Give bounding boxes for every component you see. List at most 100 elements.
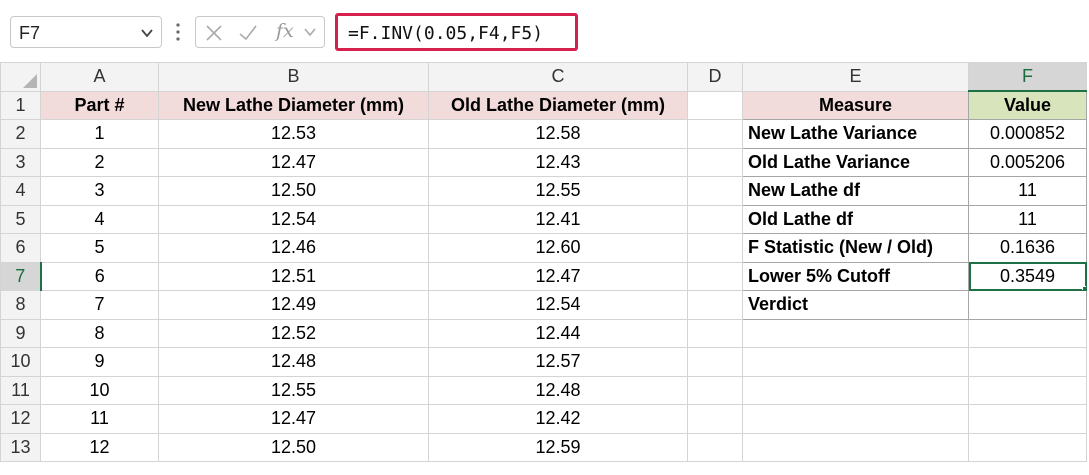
insert-function-icon[interactable]: fx bbox=[276, 20, 294, 42]
cell[interactable]: 10 bbox=[40, 375, 159, 405]
row-header[interactable]: 12 bbox=[0, 404, 41, 434]
cell[interactable]: 12.44 bbox=[428, 318, 688, 348]
empty-cell[interactable] bbox=[687, 375, 743, 405]
column-header-b[interactable]: B bbox=[158, 62, 429, 92]
empty-cell[interactable] bbox=[968, 432, 1087, 462]
measure-label[interactable]: F Statistic (New / Old) bbox=[742, 233, 969, 263]
active-cell[interactable]: 0.3549 bbox=[968, 261, 1087, 291]
row-header[interactable]: 7 bbox=[0, 261, 42, 291]
empty-cell[interactable] bbox=[687, 318, 743, 348]
empty-cell[interactable] bbox=[687, 233, 743, 263]
cell[interactable]: 12.58 bbox=[428, 119, 688, 149]
cell[interactable]: 6 bbox=[40, 261, 159, 291]
row-header[interactable]: 8 bbox=[0, 290, 41, 320]
cell[interactable]: 12.47 bbox=[158, 404, 429, 434]
cell[interactable]: 12.57 bbox=[428, 347, 688, 377]
cell[interactable]: 11 bbox=[40, 404, 159, 434]
measure-label[interactable]: New Lathe df bbox=[742, 176, 969, 206]
row-header[interactable]: 10 bbox=[0, 347, 41, 377]
measure-value[interactable]: 0.005206 bbox=[968, 147, 1087, 177]
header-cell-value[interactable]: Value bbox=[968, 90, 1087, 120]
measure-value[interactable]: 0.1636 bbox=[968, 233, 1087, 263]
empty-cell[interactable] bbox=[742, 375, 969, 405]
cell[interactable]: 5 bbox=[40, 233, 159, 263]
cell[interactable]: 12.59 bbox=[428, 432, 688, 462]
measure-value[interactable]: 0.000852 bbox=[968, 119, 1087, 149]
header-cell-old-lathe[interactable]: Old Lathe Diameter (mm) bbox=[428, 90, 688, 120]
cell[interactable]: 12.43 bbox=[428, 147, 688, 177]
header-cell-new-lathe[interactable]: New Lathe Diameter (mm) bbox=[158, 90, 429, 120]
measure-label[interactable]: Old Lathe Variance bbox=[742, 147, 969, 177]
empty-cell[interactable] bbox=[687, 347, 743, 377]
row-header[interactable]: 3 bbox=[0, 147, 41, 177]
empty-cell[interactable] bbox=[742, 432, 969, 462]
cell[interactable]: 9 bbox=[40, 347, 159, 377]
row-header[interactable]: 11 bbox=[0, 375, 41, 405]
row-header[interactable]: 1 bbox=[0, 90, 41, 120]
cell[interactable]: 12.47 bbox=[428, 261, 688, 291]
column-header-c[interactable]: C bbox=[428, 62, 688, 92]
empty-cell[interactable] bbox=[742, 318, 969, 348]
measure-label[interactable]: New Lathe Variance bbox=[742, 119, 969, 149]
row-header[interactable]: 5 bbox=[0, 204, 41, 234]
empty-cell[interactable] bbox=[687, 204, 743, 234]
chevron-down-icon[interactable] bbox=[302, 24, 318, 40]
cell[interactable]: 12.50 bbox=[158, 176, 429, 206]
cell[interactable]: 12.55 bbox=[428, 176, 688, 206]
column-header-d[interactable]: D bbox=[687, 62, 743, 92]
select-all-corner[interactable] bbox=[0, 62, 41, 92]
cell[interactable]: 12.41 bbox=[428, 204, 688, 234]
cell[interactable]: 12.54 bbox=[428, 290, 688, 320]
header-cell-part[interactable]: Part # bbox=[40, 90, 159, 120]
empty-cell[interactable] bbox=[687, 261, 743, 291]
empty-cell[interactable] bbox=[968, 404, 1087, 434]
formula-input[interactable]: =F.INV(0.05,F4,F5) bbox=[335, 13, 578, 51]
empty-cell[interactable] bbox=[968, 318, 1087, 348]
cell[interactable]: 4 bbox=[40, 204, 159, 234]
cell[interactable]: 12.60 bbox=[428, 233, 688, 263]
empty-cell[interactable] bbox=[968, 375, 1087, 405]
measure-value[interactable] bbox=[968, 290, 1087, 320]
cell[interactable]: 2 bbox=[40, 147, 159, 177]
measure-value[interactable]: 11 bbox=[968, 176, 1087, 206]
cell[interactable]: 12.52 bbox=[158, 318, 429, 348]
cell[interactable]: 12.54 bbox=[158, 204, 429, 234]
empty-cell[interactable] bbox=[687, 147, 743, 177]
empty-cell[interactable] bbox=[742, 347, 969, 377]
cell[interactable]: 1 bbox=[40, 119, 159, 149]
row-header[interactable]: 6 bbox=[0, 233, 41, 263]
empty-cell[interactable] bbox=[687, 90, 743, 120]
measure-value[interactable]: 11 bbox=[968, 204, 1087, 234]
empty-cell[interactable] bbox=[687, 404, 743, 434]
cancel-icon[interactable] bbox=[204, 23, 224, 43]
cell[interactable]: 12.51 bbox=[158, 261, 429, 291]
column-header-a[interactable]: A bbox=[40, 62, 159, 92]
measure-label[interactable]: Old Lathe df bbox=[742, 204, 969, 234]
header-cell-measure[interactable]: Measure bbox=[742, 90, 969, 120]
empty-cell[interactable] bbox=[687, 290, 743, 320]
cell[interactable]: 12.46 bbox=[158, 233, 429, 263]
row-header[interactable]: 9 bbox=[0, 318, 41, 348]
row-header[interactable]: 4 bbox=[0, 176, 41, 206]
row-header[interactable]: 13 bbox=[0, 432, 41, 462]
cell[interactable]: 12 bbox=[40, 432, 159, 462]
cell[interactable]: 12.42 bbox=[428, 404, 688, 434]
empty-cell[interactable] bbox=[742, 404, 969, 434]
column-header-f[interactable]: F bbox=[968, 62, 1087, 92]
row-header[interactable]: 2 bbox=[0, 119, 41, 149]
cell[interactable]: 12.47 bbox=[158, 147, 429, 177]
enter-check-icon[interactable] bbox=[238, 23, 258, 43]
empty-cell[interactable] bbox=[968, 347, 1087, 377]
cell[interactable]: 12.48 bbox=[158, 347, 429, 377]
cell[interactable]: 12.53 bbox=[158, 119, 429, 149]
cell[interactable]: 7 bbox=[40, 290, 159, 320]
cell[interactable]: 12.49 bbox=[158, 290, 429, 320]
cell[interactable]: 12.55 bbox=[158, 375, 429, 405]
cell[interactable]: 12.50 bbox=[158, 432, 429, 462]
measure-label[interactable]: Verdict bbox=[742, 290, 969, 320]
cell[interactable]: 8 bbox=[40, 318, 159, 348]
more-options-icon[interactable] bbox=[174, 20, 182, 44]
chevron-down-icon[interactable] bbox=[139, 25, 155, 41]
column-header-e[interactable]: E bbox=[742, 62, 969, 92]
empty-cell[interactable] bbox=[687, 176, 743, 206]
